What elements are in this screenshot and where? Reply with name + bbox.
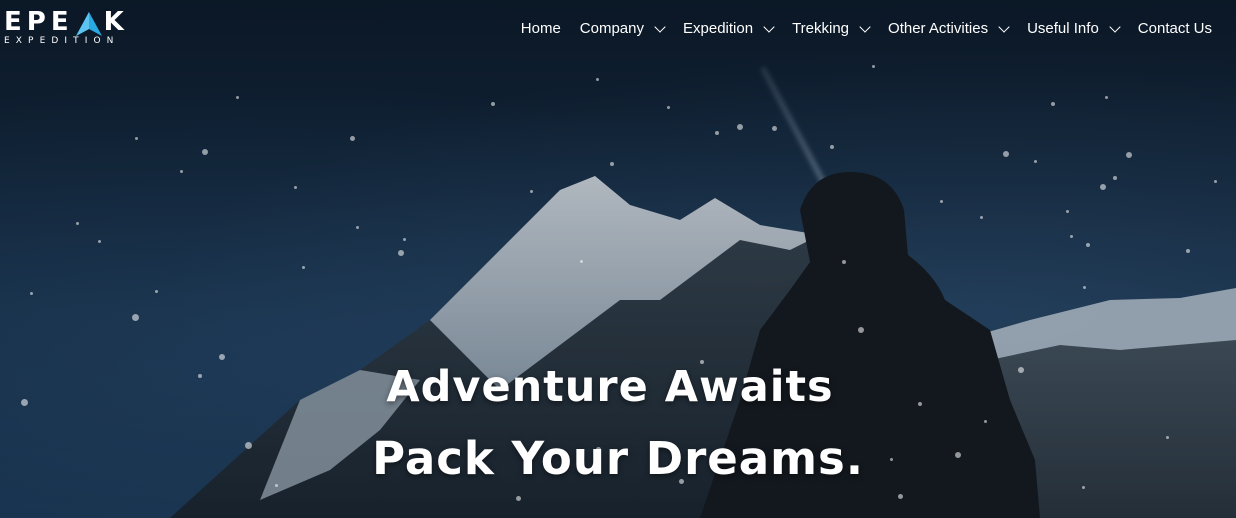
snowflake (1126, 152, 1132, 158)
snowflake (294, 186, 297, 189)
snowflake (984, 420, 987, 423)
logo-subtitle: EXPEDITION (4, 36, 120, 46)
chevron-down-icon (763, 20, 775, 33)
snowflake (596, 78, 599, 81)
snowflake (1083, 286, 1086, 289)
nav-item-label: Useful Info (1027, 20, 1099, 37)
hero-heading-line-2: Pack Your Dreams. (372, 432, 864, 485)
snowflake (1066, 210, 1069, 213)
snowflake (98, 240, 101, 243)
snowflake (1082, 486, 1085, 489)
nav-item-company[interactable]: Company (579, 20, 666, 37)
snowflake (516, 496, 521, 501)
snowflake (1086, 243, 1090, 247)
snowflake (858, 327, 864, 333)
snowflake (180, 170, 183, 173)
snowflake (236, 96, 239, 99)
snowflake (1186, 249, 1190, 253)
logo-text-right: K (103, 7, 129, 37)
snowflake (772, 126, 777, 131)
logo-peak-icon (75, 12, 102, 36)
logo-text-left: EPE (4, 7, 74, 37)
snowflake (1070, 235, 1073, 238)
snowflake (30, 292, 33, 295)
snowflake (898, 494, 903, 499)
main-menu: Home Company Expedition Trekking Other Activ… (502, 20, 1212, 37)
nav-item-contact-us[interactable]: Contact Us (1138, 20, 1212, 37)
snowflake (1003, 151, 1009, 157)
snowflake (132, 314, 139, 321)
nav-item-expedition[interactable]: Expedition (683, 20, 775, 37)
snowflake (842, 260, 846, 264)
snowflake (202, 149, 208, 155)
snowflake (491, 102, 495, 106)
nav-item-label: Trekking (792, 20, 850, 37)
snowflake (302, 266, 305, 269)
snowflake (872, 65, 875, 68)
snowflake (580, 260, 583, 263)
nav-item-label: Home (520, 20, 561, 37)
snowflake (1034, 160, 1037, 163)
snowflake (667, 106, 670, 109)
snowflake (155, 290, 158, 293)
hero-heading-line-1: Adventure Awaits (386, 362, 834, 412)
snowflake (1113, 176, 1117, 180)
snowflake (737, 124, 743, 130)
nav-item-label: Other Activities (888, 20, 989, 37)
hero-banner: EPE K EXPEDITION Home Company Expedition Tr… (0, 0, 1236, 518)
snowflake (610, 162, 614, 166)
nav-item-other-activities[interactable]: Other Activities (888, 20, 1010, 37)
snowflake (350, 136, 355, 141)
top-navigation-bar: EPE K EXPEDITION Home Company Expedition Tr… (0, 0, 1236, 62)
chevron-down-icon (859, 20, 871, 33)
chevron-down-icon (998, 20, 1010, 33)
nav-item-label: Company (579, 20, 644, 37)
nav-item-label: Contact Us (1137, 20, 1212, 37)
snowflake (76, 222, 79, 225)
snowflake (830, 145, 834, 149)
nav-item-label: Expedition (683, 20, 754, 37)
snowflake (715, 131, 719, 135)
snowflake (398, 250, 404, 256)
snowflake (530, 190, 533, 193)
chevron-down-icon (654, 20, 666, 33)
snowflake (403, 238, 406, 241)
nav-item-trekking[interactable]: Trekking (792, 20, 871, 37)
snowflake (1100, 184, 1106, 190)
nav-item-useful-info[interactable]: Useful Info (1027, 20, 1121, 37)
snowflake (1214, 180, 1217, 183)
snowflake (980, 216, 983, 219)
snowflake (1051, 102, 1055, 106)
snowflake (135, 137, 138, 140)
snowflake (1105, 96, 1108, 99)
chevron-down-icon (1109, 20, 1121, 33)
nav-item-home[interactable]: Home (521, 20, 561, 37)
logo-wordmark: EPE K (4, 8, 129, 36)
snowflake (219, 354, 225, 360)
snowflake (356, 226, 359, 229)
snowflake (940, 200, 943, 203)
site-logo[interactable]: EPE K EXPEDITION (4, 8, 129, 46)
